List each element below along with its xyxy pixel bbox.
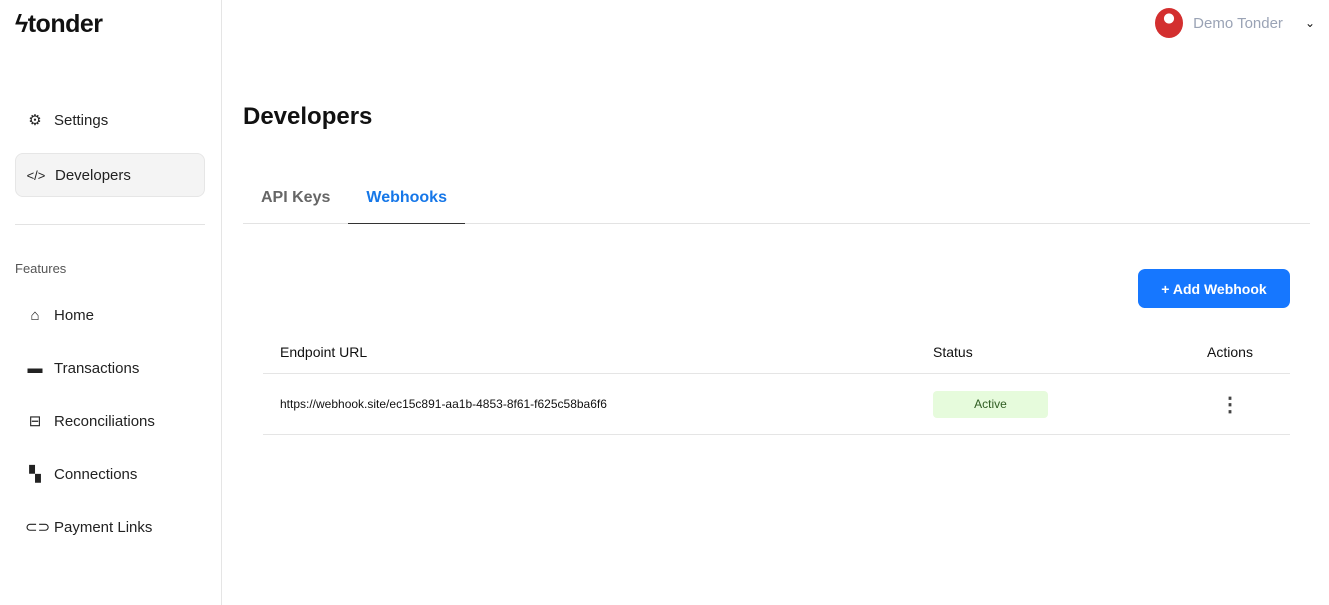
sidebar-item-payment-links[interactable]: ⊂⊃ Payment Links: [15, 505, 205, 549]
widgets-add-icon: ▚: [29, 466, 41, 483]
more-actions-icon[interactable]: ⋮: [1220, 394, 1240, 416]
column-header: Endpoint URL: [280, 343, 368, 360]
table-row: https://webhook.site/ec15c891-aa1b-4853-…: [263, 374, 1290, 435]
tab-webhooks[interactable]: Webhooks: [348, 180, 465, 224]
divider: [15, 224, 205, 225]
gear-icon: ⚙: [28, 112, 42, 129]
sidebar-item-transactions[interactable]: ▬ Transactions: [15, 346, 205, 390]
chevron-down-icon: ⌄: [1304, 16, 1315, 30]
column-header: Actions: [1207, 343, 1253, 360]
add-webhook-button[interactable]: + Add Webhook: [1138, 269, 1290, 308]
tabs: API Keys Webhooks: [243, 180, 1310, 224]
reconcile-icon: ⊟: [28, 413, 42, 430]
link-icon: ⊂⊃: [25, 519, 51, 536]
bolt-icon: ϟ: [15, 10, 28, 38]
endpoint-url: https://webhook.site/ec15c891-aa1b-4853-…: [280, 397, 607, 411]
sidebar-item-home[interactable]: ⌂ Home: [15, 293, 205, 337]
tab-api-keys[interactable]: API Keys: [243, 180, 348, 224]
sidebar: ϟtonder ⚙ Settings </> Developers Features…: [0, 0, 222, 605]
avatar: [1155, 8, 1184, 38]
column-header: Status: [933, 343, 973, 360]
home-icon: ⌂: [30, 306, 40, 324]
card-icon: ▬: [27, 359, 43, 377]
logo[interactable]: ϟtonder: [15, 10, 103, 39]
code-icon: </>: [26, 167, 46, 183]
user-name: Demo Tonder: [1193, 14, 1283, 32]
webhooks-table: Endpoint URL Status Actions https://webh…: [263, 330, 1290, 435]
status-badge: Active: [933, 390, 1048, 418]
sidebar-item-connections[interactable]: ▚ Connections: [15, 452, 205, 496]
user-menu[interactable]: Demo Tonder ⌄: [1155, 8, 1315, 38]
sidebar-item-settings[interactable]: ⚙ Settings: [15, 98, 205, 142]
sidebar-item-reconciliations[interactable]: ⊟ Reconciliations: [15, 399, 205, 443]
page-title: Developers: [243, 103, 373, 130]
section-label: Features: [15, 261, 67, 276]
table-header: Endpoint URL Status Actions: [263, 330, 1290, 374]
sidebar-item-developers[interactable]: </> Developers: [15, 153, 205, 197]
